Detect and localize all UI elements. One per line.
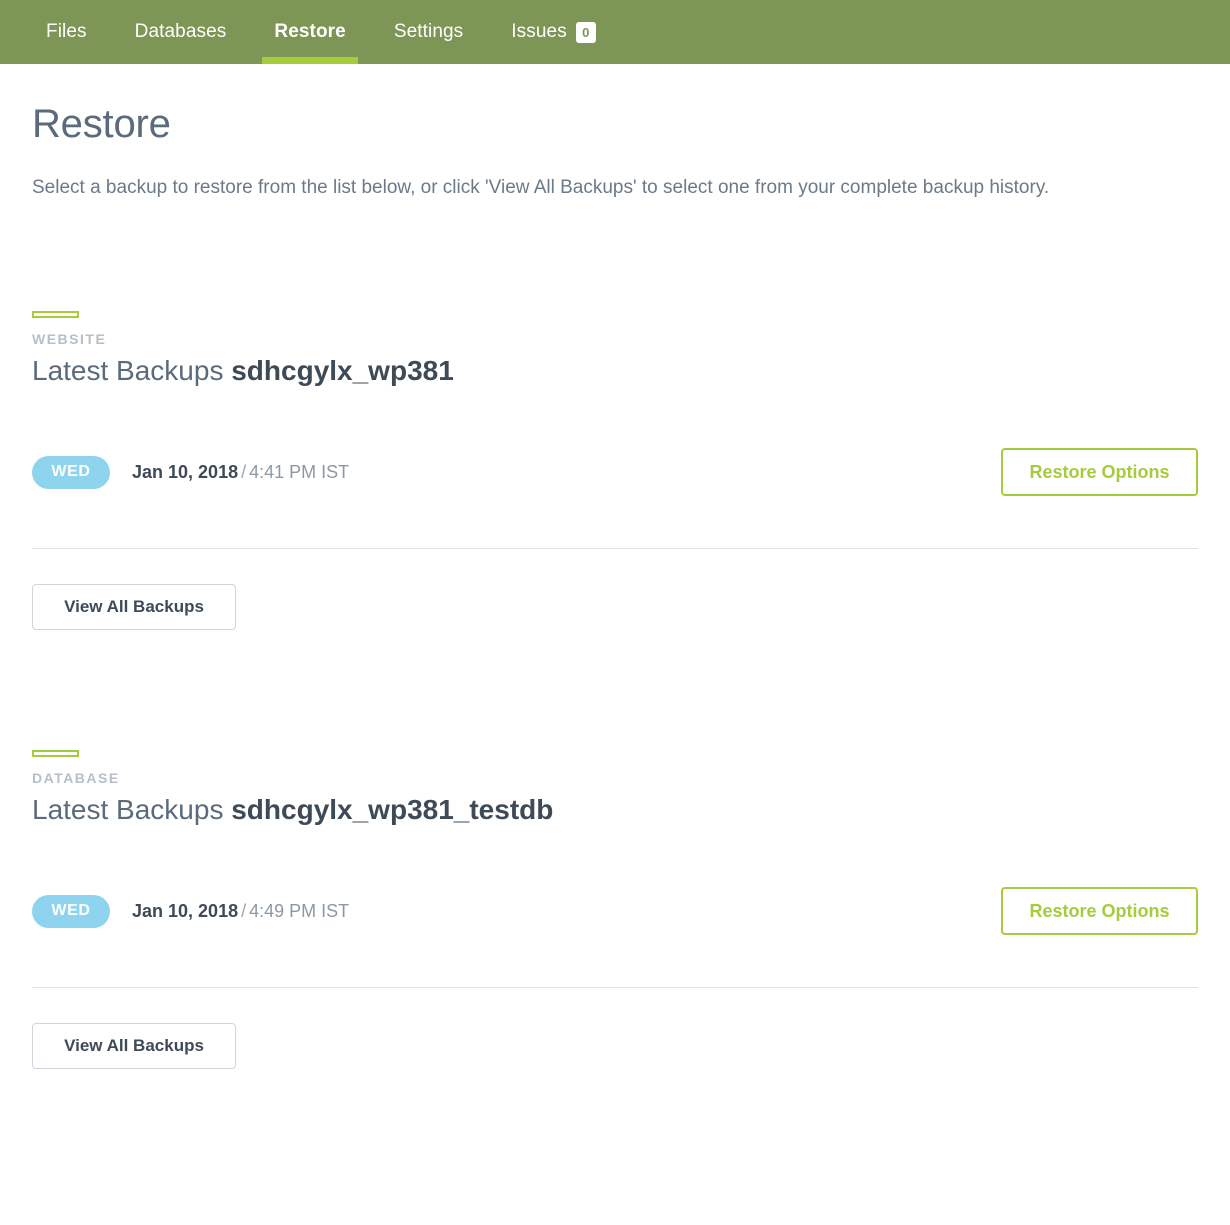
website-target-name: sdhcgylx_wp381 <box>231 355 454 387</box>
nav-tab-files[interactable]: Files <box>22 0 111 64</box>
view-all-backups-button-database[interactable]: View All Backups <box>32 1023 236 1070</box>
day-badge: WED <box>32 894 110 928</box>
timestamp-separator: / <box>241 900 247 921</box>
backup-timestamp: Jan 10, 2018/4:41 PM IST <box>132 462 349 483</box>
backup-row-database: WED Jan 10, 2018/4:49 PM IST Restore Opt… <box>32 883 1198 939</box>
backup-info: WED Jan 10, 2018/4:49 PM IST <box>32 894 349 928</box>
backup-section-database: DATABASE Latest Backups sdhcgylx_wp381_t… <box>32 750 1198 1070</box>
backup-section-website: WEBSITE Latest Backups sdhcgylx_wp381 WE… <box>32 311 1198 631</box>
backup-row-website: WED Jan 10, 2018/4:41 PM IST Restore Opt… <box>32 444 1198 500</box>
restore-options-button-website[interactable]: Restore Options <box>1001 448 1198 497</box>
section-kicker-website: WEBSITE <box>32 331 107 348</box>
section-accent-bar <box>32 750 79 758</box>
nav-tab-label: Files <box>46 21 87 42</box>
day-badge: WED <box>32 455 110 489</box>
nav-tab-label: Databases <box>134 21 227 42</box>
backup-date-text: Jan 10, 2018 <box>132 900 239 921</box>
section-divider <box>32 987 1198 989</box>
nav-tab-label: Restore <box>274 21 346 42</box>
section-divider <box>32 548 1198 550</box>
restore-options-button-database[interactable]: Restore Options <box>1001 887 1198 936</box>
page-title: Restore <box>32 102 171 146</box>
page-description: Select a backup to restore from the list… <box>32 177 1050 198</box>
database-target-name: sdhcgylx_wp381_testdb <box>231 794 554 826</box>
nav-tab-issues[interactable]: Issues 0 <box>487 0 620 64</box>
section-heading-database: Latest Backups sdhcgylx_wp381_testdb <box>32 794 1198 826</box>
nav-tab-label: Issues <box>511 21 567 42</box>
view-all-backups-button-website[interactable]: View All Backups <box>32 584 236 631</box>
backup-time-text: 4:49 PM IST <box>249 900 350 921</box>
nav-tab-settings[interactable]: Settings <box>370 0 487 64</box>
page-content: Restore Select a backup to restore from … <box>0 64 1230 1070</box>
section-heading-website: Latest Backups sdhcgylx_wp381 <box>32 355 1198 387</box>
section-accent-bar <box>32 311 79 319</box>
active-tab-indicator <box>262 57 358 64</box>
backup-info: WED Jan 10, 2018/4:41 PM IST <box>32 455 349 489</box>
backup-timestamp: Jan 10, 2018/4:49 PM IST <box>132 901 349 922</box>
nav-tab-label: Settings <box>393 21 464 42</box>
section-kicker-database: DATABASE <box>32 770 120 787</box>
primary-navigation: Files Databases Restore Settings Issues … <box>0 0 1230 64</box>
timestamp-separator: / <box>241 461 247 482</box>
issues-count-badge: 0 <box>575 21 596 43</box>
section-heading-prefix: Latest Backups <box>32 794 224 826</box>
nav-tab-databases[interactable]: Databases <box>111 0 251 64</box>
section-heading-prefix: Latest Backups <box>32 355 224 387</box>
backup-time-text: 4:41 PM IST <box>249 461 350 482</box>
nav-tab-restore[interactable]: Restore <box>250 0 369 64</box>
backup-date-text: Jan 10, 2018 <box>132 461 239 482</box>
